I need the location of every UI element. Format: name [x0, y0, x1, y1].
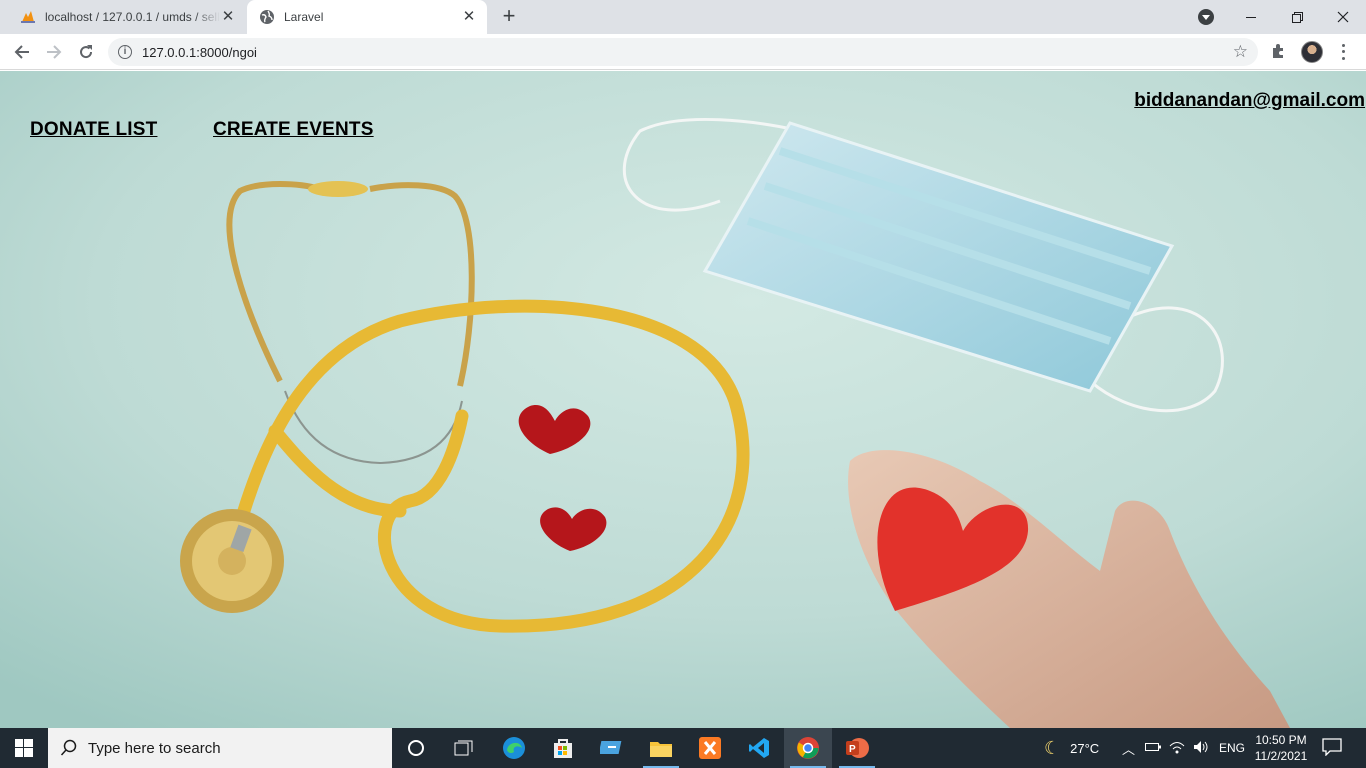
user-email-link[interactable]: biddanandan@gmail.com: [1134, 90, 1365, 112]
weather-moon-icon: ☾: [1044, 737, 1061, 758]
profile-avatar[interactable]: [1301, 41, 1323, 63]
edge-icon[interactable]: [490, 728, 538, 768]
forward-arrow-icon[interactable]: [40, 38, 68, 66]
weather-temperature: 27°C: [1070, 740, 1100, 756]
weather-widget[interactable]: ☾ 27°C: [1044, 728, 1099, 768]
cortana-icon[interactable]: [392, 728, 440, 768]
svg-text:P: P: [849, 744, 856, 755]
close-icon[interactable]: ✕: [220, 9, 236, 25]
tab-laravel[interactable]: Laravel ✕: [247, 0, 487, 34]
close-icon[interactable]: ✕: [461, 9, 477, 25]
tab-title: localhost / 127.0.0.1 / umds / sell: [45, 10, 220, 24]
create-events-link[interactable]: CREATE EVENTS: [213, 119, 374, 141]
file-explorer-icon[interactable]: [637, 728, 685, 768]
search-placeholder: Type here to search: [88, 739, 221, 757]
clock-time: 10:50 PM: [1255, 733, 1307, 747]
search-icon: [60, 739, 78, 757]
donate-list-link[interactable]: DONATE LIST: [30, 119, 157, 141]
language-indicator[interactable]: ENG: [1219, 741, 1245, 755]
more-menu-icon[interactable]: [1338, 42, 1348, 62]
site-info-icon[interactable]: i: [118, 45, 132, 59]
windows-start-icon[interactable]: [0, 728, 48, 768]
battery-icon[interactable]: [1145, 741, 1162, 755]
extensions-puzzle-icon[interactable]: [1270, 42, 1288, 60]
page-content: DONATE LIST CREATE EVENTS biddanandan@gm…: [0, 71, 1366, 728]
notifications-icon[interactable]: [1322, 738, 1342, 757]
system-clock[interactable]: 10:50 PM 11/2/2021: [1250, 732, 1312, 764]
wifi-icon[interactable]: [1169, 740, 1185, 757]
url-text: 127.0.0.1:8000/ngoi: [142, 45, 257, 60]
task-view-icon[interactable]: [440, 728, 488, 768]
globe-icon: [259, 9, 275, 25]
system-tray-icons: ︿ ENG: [1122, 728, 1245, 768]
back-arrow-icon[interactable]: [8, 38, 36, 66]
browser-tab-strip: localhost / 127.0.0.1 / umds / sell ✕ La…: [0, 0, 1366, 34]
powerpoint-icon[interactable]: P: [833, 728, 881, 768]
chevron-up-icon[interactable]: ︿: [1122, 739, 1135, 758]
tab-search-dropdown-icon[interactable]: [1198, 9, 1214, 25]
bookmark-star-icon[interactable]: ☆: [1233, 42, 1248, 62]
new-tab-button[interactable]: +: [498, 5, 520, 28]
vscode-icon[interactable]: [735, 728, 783, 768]
reload-icon[interactable]: [72, 38, 100, 66]
address-bar[interactable]: i 127.0.0.1:8000/ngoi ☆: [108, 38, 1258, 66]
background-photo: [0, 71, 1366, 728]
xampp-icon[interactable]: [686, 728, 734, 768]
tab-title: Laravel: [284, 10, 324, 24]
restore-icon[interactable]: [1274, 0, 1320, 34]
chrome-icon[interactable]: [784, 728, 832, 768]
windows-taskbar: Type here to search P ☾ 27°C ︿ ENG 10:50…: [0, 728, 1366, 768]
clock-date: 11/2/2021: [1254, 749, 1308, 763]
remote-desktop-icon[interactable]: [588, 728, 636, 768]
volume-icon[interactable]: [1193, 740, 1209, 757]
browser-toolbar: i 127.0.0.1:8000/ngoi ☆: [0, 34, 1366, 70]
tab-phpmyadmin[interactable]: localhost / 127.0.0.1 / umds / sell ✕: [8, 0, 246, 34]
phpmyadmin-icon: [20, 9, 36, 25]
taskbar-search-box[interactable]: Type here to search: [48, 728, 392, 768]
store-icon[interactable]: [539, 728, 587, 768]
minimize-icon[interactable]: [1228, 0, 1274, 34]
window-close-icon[interactable]: [1320, 0, 1366, 34]
